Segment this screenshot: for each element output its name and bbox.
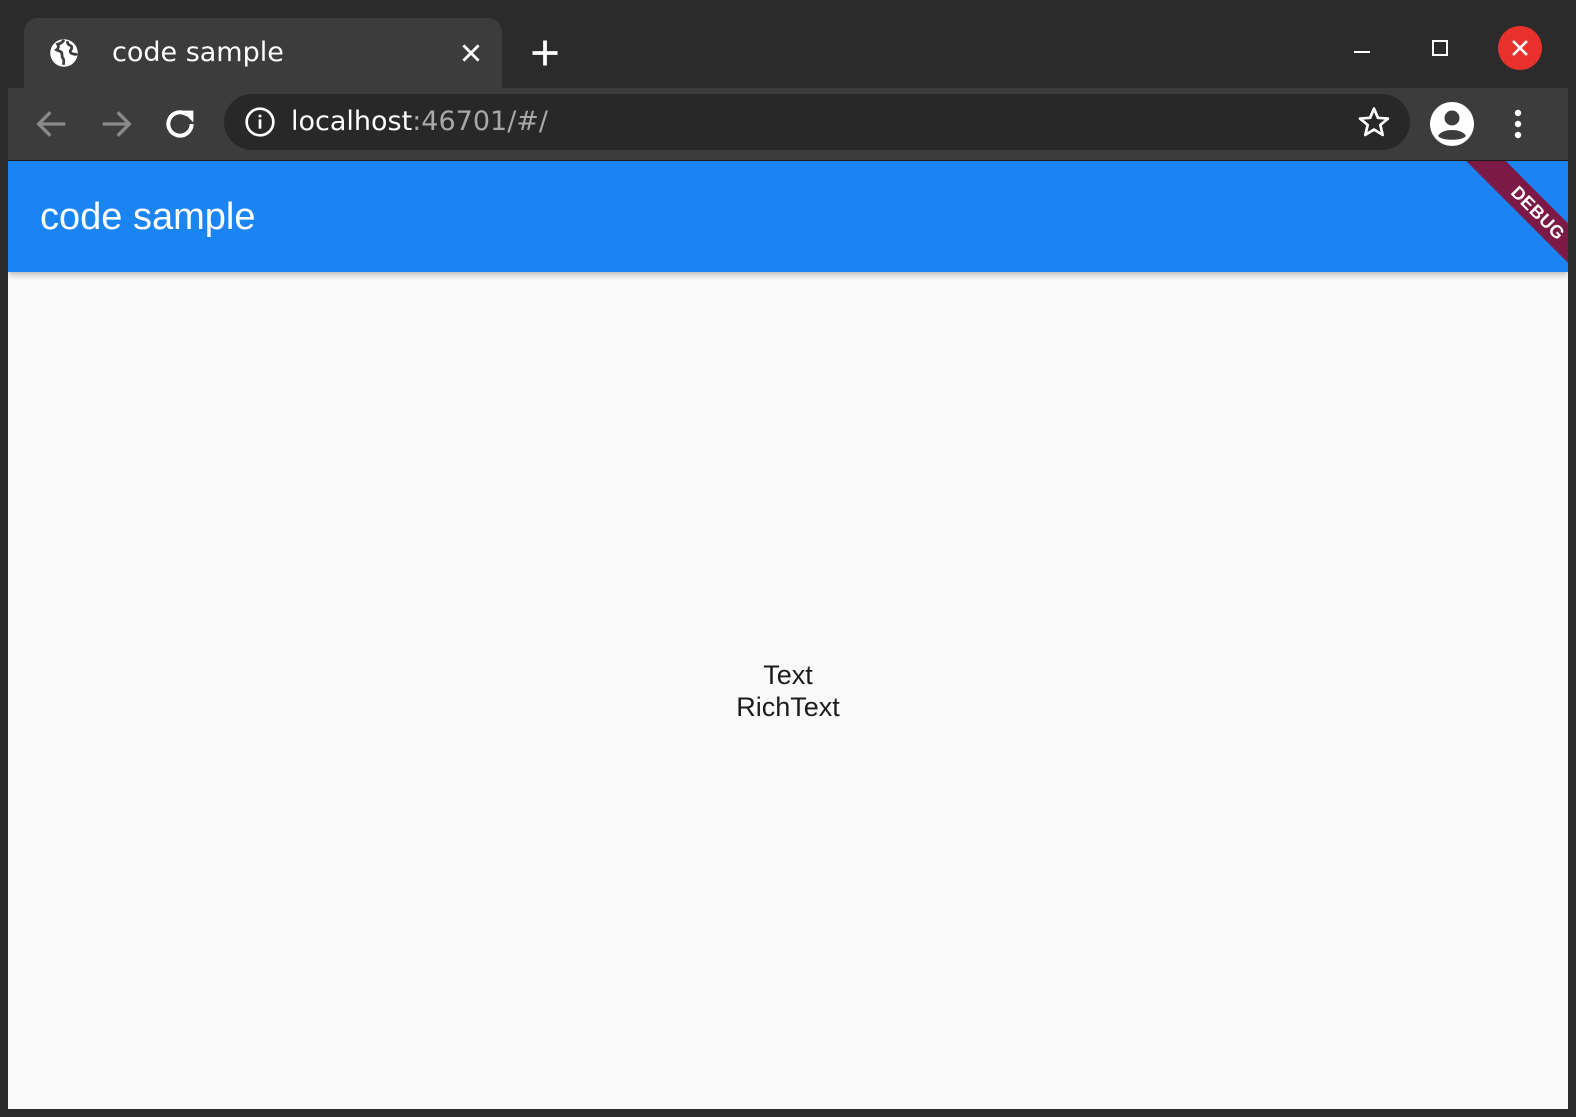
richtext-line: RichText [736, 692, 840, 722]
debug-banner-container: DEBUG [1428, 161, 1568, 301]
star-icon[interactable] [1356, 104, 1392, 140]
close-icon[interactable] [458, 40, 484, 66]
url-path: :46701/#/ [412, 106, 549, 137]
globe-icon [50, 39, 79, 67]
center-column: Text RichText [8, 659, 1568, 723]
page-content: code sample DEBUG Text RichText [8, 161, 1568, 1109]
more-vertical-icon[interactable] [1502, 104, 1534, 144]
info-icon[interactable] [244, 106, 276, 138]
app-bar-title: code sample [40, 196, 256, 238]
browser-window: code sample localhost:46701/#/ code samp… [0, 0, 1576, 1117]
text-line: Text [763, 660, 813, 690]
window-close-icon[interactable] [1498, 26, 1542, 70]
minimize-icon[interactable] [1340, 26, 1384, 70]
app-bar: code sample [8, 161, 1568, 272]
browser-tab[interactable]: code sample [24, 18, 502, 88]
url-text[interactable]: localhost:46701/#/ [291, 104, 548, 140]
tab-title: code sample [112, 37, 284, 68]
back-arrow-icon[interactable] [32, 104, 72, 144]
profile-avatar-icon[interactable] [1428, 100, 1476, 148]
new-tab-plus-icon[interactable] [530, 38, 560, 68]
browser-toolbar: localhost:46701/#/ [8, 88, 1568, 161]
url-host: localhost [291, 106, 413, 137]
address-bar[interactable]: localhost:46701/#/ [224, 94, 1410, 150]
reload-icon[interactable] [160, 104, 200, 144]
forward-arrow-icon[interactable] [96, 104, 136, 144]
tab-strip: code sample [8, 4, 1568, 88]
debug-banner: DEBUG [1457, 161, 1568, 294]
maximize-icon[interactable] [1418, 26, 1462, 70]
